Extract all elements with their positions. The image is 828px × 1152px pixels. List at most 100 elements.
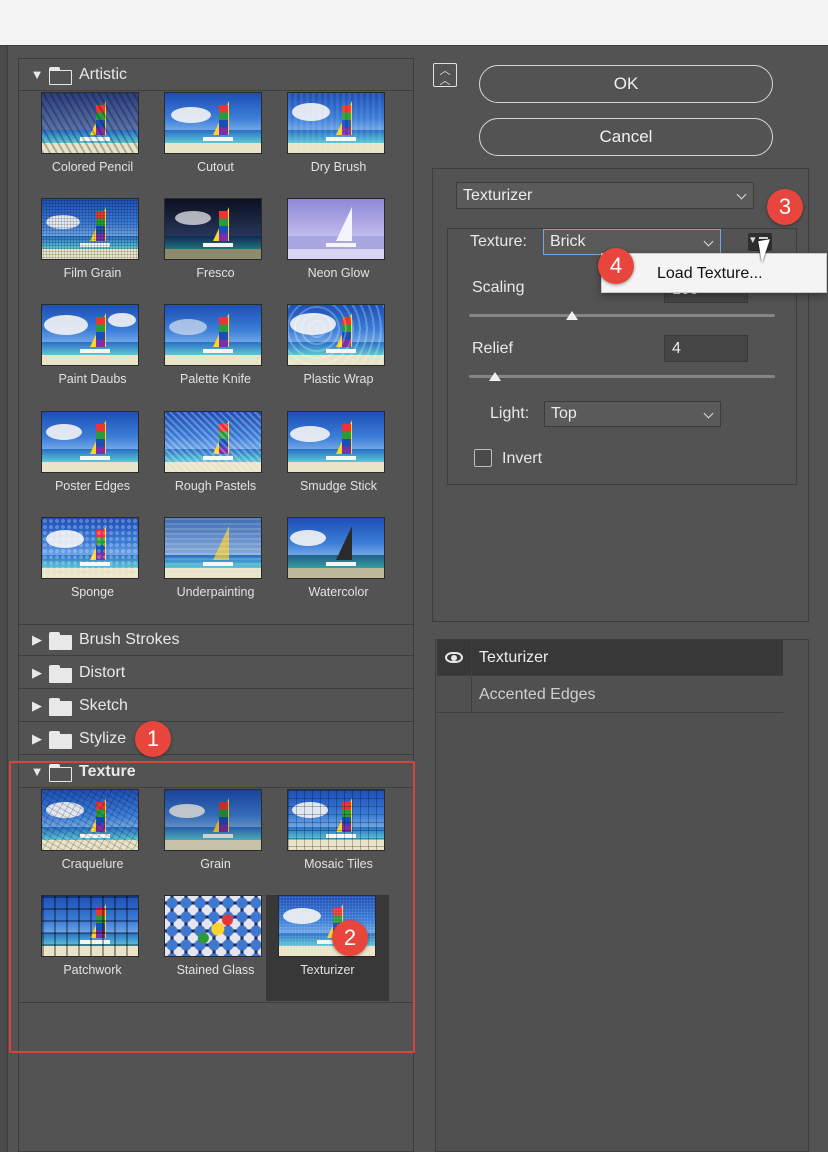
filter-preview-image — [41, 304, 139, 366]
folder-icon — [49, 730, 72, 749]
filter-thumb-fresco[interactable]: Fresco — [154, 198, 277, 304]
filter-preview-image — [41, 517, 139, 579]
effect-layer-name: Texturizer — [479, 649, 549, 666]
filter-name: Film Grain — [63, 266, 122, 280]
step-badge-1: 1 — [135, 721, 171, 757]
filter-preview-image — [164, 517, 262, 579]
filter-thumb-sponge[interactable]: Sponge — [31, 517, 154, 623]
folder-icon — [49, 697, 72, 716]
category-label: Sketch — [79, 696, 128, 714]
filter-select[interactable]: Texturizer — [456, 182, 754, 209]
relief-field[interactable]: 4 — [664, 335, 748, 362]
filter-name: Neon Glow — [307, 266, 370, 280]
chevron-down-icon — [736, 189, 747, 200]
expand-right-arrow-icon[interactable]: ▶ — [19, 698, 49, 714]
filter-thumb-colored-pencil[interactable]: Colored Pencil — [31, 92, 154, 198]
category-label: Artistic — [79, 65, 127, 83]
filter-thumb-poster-edges[interactable]: Poster Edges — [31, 411, 154, 517]
filter-name: Underpainting — [176, 585, 255, 599]
filter-preview-image — [164, 411, 262, 473]
filter-thumb-cutout[interactable]: Cutout — [154, 92, 277, 198]
invert-checkbox[interactable] — [474, 449, 492, 467]
filter-thumb-watercolor[interactable]: Watercolor — [277, 517, 400, 623]
filter-preview-image — [41, 411, 139, 473]
category-label: Stylize — [79, 729, 127, 747]
folder-icon — [49, 632, 72, 650]
category-label: Brush Strokes — [79, 631, 180, 648]
cancel-button[interactable]: Cancel — [479, 118, 773, 156]
expand-down-arrow-icon[interactable]: ▼ — [19, 67, 49, 82]
filter-preview-image — [41, 198, 139, 260]
effect-layer-row[interactable]: Texturizer — [437, 640, 783, 676]
category-label: Distort — [79, 663, 126, 681]
expand-right-arrow-icon[interactable]: ▶ — [19, 632, 49, 648]
chevron-up-icon: ︿ ︿ — [439, 65, 451, 87]
filter-thumb-smudge-stick[interactable]: Smudge Stick — [277, 411, 400, 517]
effect-layer-row[interactable]: Accented Edges — [437, 677, 783, 713]
light-select-value: Top — [551, 405, 577, 422]
step-badge-3: 3 — [767, 189, 803, 225]
filter-thumb-film-grain[interactable]: Film Grain — [31, 198, 154, 304]
eye-icon — [445, 652, 463, 663]
filter-preview-image — [164, 304, 262, 366]
filter-thumb-palette-knife[interactable]: Palette Knife — [154, 304, 277, 410]
filter-name: Poster Edges — [54, 479, 131, 493]
step-badge-4: 4 — [598, 248, 634, 284]
visibility-toggle[interactable] — [437, 677, 472, 713]
scaling-label: Scaling — [472, 279, 525, 296]
texture-label: Texture: — [470, 233, 527, 250]
folder-icon — [49, 664, 72, 683]
filter-name: Fresco — [196, 266, 235, 280]
filter-preview-image — [287, 92, 385, 154]
invert-label[interactable]: Invert — [502, 450, 542, 468]
left-edge-panel — [0, 46, 8, 1152]
folder-icon — [49, 66, 72, 85]
filter-name: Plastic Wrap — [303, 372, 374, 386]
filter-thumb-rough-pastels[interactable]: Rough Pastels — [154, 411, 277, 517]
texture-highlight-box — [9, 761, 415, 1053]
filter-thumb-plastic-wrap[interactable]: Plastic Wrap — [277, 304, 400, 410]
filter-thumb-underpainting[interactable]: Underpainting — [154, 517, 277, 623]
light-select[interactable]: Top — [544, 401, 721, 427]
texture-select[interactable]: Brick — [543, 229, 721, 255]
filter-name: Rough Pastels — [174, 479, 257, 493]
category-sketch[interactable]: ▶ Sketch — [19, 690, 413, 722]
filter-name: Cutout — [197, 160, 234, 174]
filter-name: Dry Brush — [310, 160, 367, 174]
filter-name: Smudge Stick — [299, 479, 378, 493]
filter-preview-image — [41, 92, 139, 154]
expand-right-arrow-icon[interactable]: ▶ — [19, 731, 49, 747]
relief-value: 4 — [672, 340, 681, 357]
texture-select-value: Brick — [550, 233, 586, 250]
filter-name: Paint Daubs — [58, 372, 127, 386]
relief-label: Relief — [472, 340, 513, 357]
ok-button[interactable]: OK — [479, 65, 773, 103]
collapse-gallery-button[interactable]: ︿ ︿ — [433, 63, 457, 87]
category-brush-strokes[interactable]: ▶ Brush Strokes — [19, 624, 413, 656]
category-stylize[interactable]: ▶ Stylize — [19, 723, 413, 755]
filter-preview-image — [287, 411, 385, 473]
relief-slider-track[interactable] — [469, 375, 775, 378]
chevron-down-icon — [703, 236, 714, 247]
scaling-slider-thumb[interactable] — [566, 311, 578, 320]
filter-name: Sponge — [70, 585, 115, 599]
filter-thumb-dry-brush[interactable]: Dry Brush — [277, 92, 400, 198]
visibility-toggle[interactable] — [437, 640, 472, 676]
window-title-bar — [0, 0, 828, 46]
filter-preview-image — [164, 92, 262, 154]
filter-thumb-paint-daubs[interactable]: Paint Daubs — [31, 304, 154, 410]
category-distort[interactable]: ▶ Distort — [19, 657, 413, 689]
light-label: Light: — [490, 405, 530, 422]
chevron-down-icon — [703, 408, 714, 419]
filter-name: Watercolor — [308, 585, 369, 599]
filter-name: Colored Pencil — [51, 160, 134, 174]
scaling-slider-track[interactable] — [469, 314, 775, 317]
filter-select-value: Texturizer — [463, 187, 533, 204]
relief-slider-thumb[interactable] — [489, 372, 501, 381]
filter-thumb-neon-glow[interactable]: Neon Glow — [277, 198, 400, 304]
filter-preview-image — [287, 304, 385, 366]
load-texture-menu-item[interactable]: Load Texture... — [657, 265, 763, 282]
category-artistic[interactable]: ▼ Artistic — [19, 59, 413, 91]
step-badge-2: 2 — [332, 920, 368, 956]
expand-right-arrow-icon[interactable]: ▶ — [19, 665, 49, 681]
